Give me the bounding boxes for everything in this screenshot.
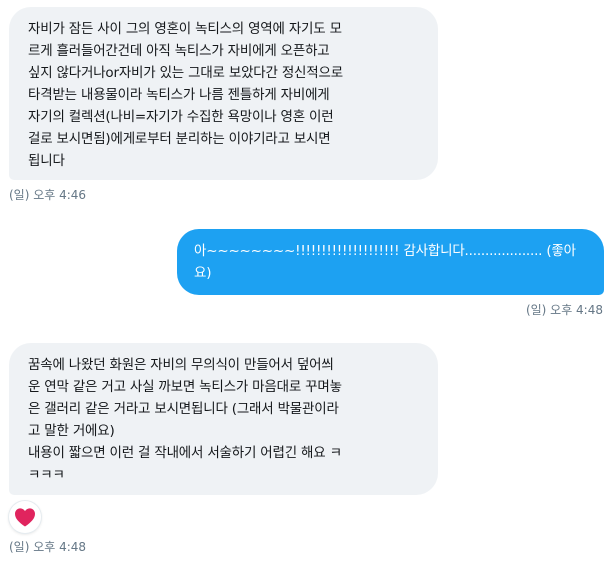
heart-icon [15,508,35,527]
message-timestamp: (일) 오후 4:48 [525,303,603,317]
message-timestamp: (일) 오후 4:46 [9,188,87,202]
message-bubble-received[interactable]: 꿈속에 나왔던 화원은 자비의 무의식이 만들어서 덮어씌 운 연막 같은 거고… [9,343,438,495]
conversation-thread: 자비가 잠든 사이 그의 영혼이 녹티스의 영역에 자기도 모 르게 흘러들어간… [0,0,612,571]
message-bubble-sent[interactable]: 아~~~~~~~~!!!!!!!!!!!!!!!!!!!! 감사합니다.....… [177,229,604,295]
heart-reaction[interactable] [9,501,41,533]
message-timestamp: (일) 오후 4:48 [9,540,87,554]
message-bubble-received[interactable]: 자비가 잠든 사이 그의 영혼이 녹티스의 영역에 자기도 모 르게 흘러들어간… [9,7,438,180]
